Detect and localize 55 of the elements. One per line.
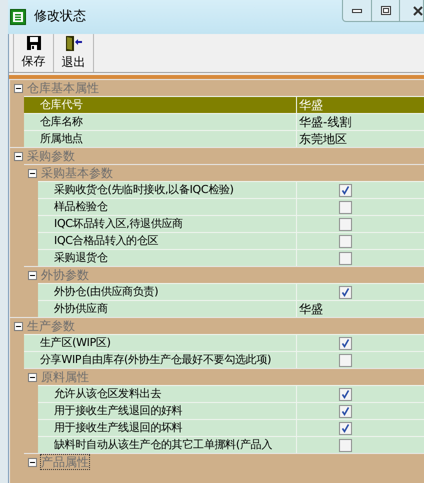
property-name[interactable]: 采购收货仓(先临时接收,以备IQC检验) <box>38 181 297 198</box>
property-name[interactable]: 缺料时自动从该生产仓的其它工单挪料(产品入 <box>38 436 297 453</box>
property-name[interactable]: 允许从该仓区发料出去 <box>38 385 297 402</box>
close-button[interactable] <box>399 0 423 21</box>
property-name[interactable]: 分享WIP自由库存(外协生产仓最好不要勾选此项) <box>24 351 297 368</box>
window-title: 修改状态 <box>34 8 86 26</box>
save-button[interactable]: 保存 <box>13 34 53 72</box>
checkbox[interactable] <box>339 234 352 248</box>
category-label: 产品属性 <box>41 455 89 469</box>
property-name[interactable]: 外协仓(由供应商负责) <box>38 283 297 300</box>
checkbox[interactable] <box>339 404 352 418</box>
property-name[interactable]: 采购退货仓 <box>38 249 297 266</box>
property-name[interactable]: 用于接收生产线退回的坏料 <box>38 419 297 436</box>
checkbox[interactable] <box>339 422 352 434</box>
property-name[interactable]: 生产区(WIP区) <box>24 334 297 351</box>
close-icon <box>413 6 423 16</box>
property-name[interactable]: IQC坏品转入区,待退供应商 <box>38 215 297 232</box>
category-label: 外协参数 <box>41 268 89 282</box>
collapse-icon[interactable] <box>28 458 37 466</box>
property-value: 华盛 <box>298 301 323 318</box>
collapse-icon[interactable] <box>28 372 37 382</box>
property-name[interactable]: 仓库名称 <box>24 113 297 130</box>
category-label: 采购基本参数 <box>41 166 113 180</box>
collapse-icon[interactable] <box>14 322 23 330</box>
property-value: 东莞地区 <box>298 131 347 148</box>
minimize-icon <box>352 8 362 12</box>
property-name[interactable]: 仓库代号 <box>24 96 297 113</box>
checkbox[interactable] <box>339 388 352 400</box>
property-name[interactable]: 外协供应商 <box>38 300 297 317</box>
door-arrow-icon <box>66 36 82 50</box>
checkbox[interactable] <box>339 438 352 452</box>
collapse-icon[interactable] <box>14 84 23 92</box>
property-value: 华盛 <box>298 97 323 114</box>
maximize-icon <box>380 6 390 15</box>
exit-button[interactable]: 退出 <box>53 34 93 72</box>
checkbox[interactable] <box>339 184 352 196</box>
checkbox[interactable] <box>339 252 352 264</box>
checkbox[interactable] <box>339 200 352 214</box>
collapse-icon[interactable] <box>14 152 23 160</box>
property-name[interactable]: 用于接收生产线退回的好料 <box>38 402 297 419</box>
category-label: 仓库基本属性 <box>27 81 99 95</box>
collapse-icon[interactable] <box>28 168 37 178</box>
category-label: 原料属性 <box>41 370 89 384</box>
checkbox[interactable] <box>339 336 352 350</box>
checkbox[interactable] <box>339 354 352 366</box>
property-value: 华盛-线割 <box>298 114 352 131</box>
property-name[interactable]: 样品检验仓 <box>38 198 297 215</box>
checkbox[interactable] <box>339 286 352 298</box>
checkbox[interactable] <box>339 218 352 230</box>
app-icon <box>10 9 26 25</box>
property-name[interactable]: 所属地点 <box>24 130 297 147</box>
category-label: 采购参数 <box>27 149 75 163</box>
property-name[interactable]: IQC合格品转入的仓区 <box>38 232 297 249</box>
category-label: 生产参数 <box>27 319 75 333</box>
collapse-icon[interactable] <box>28 270 37 280</box>
